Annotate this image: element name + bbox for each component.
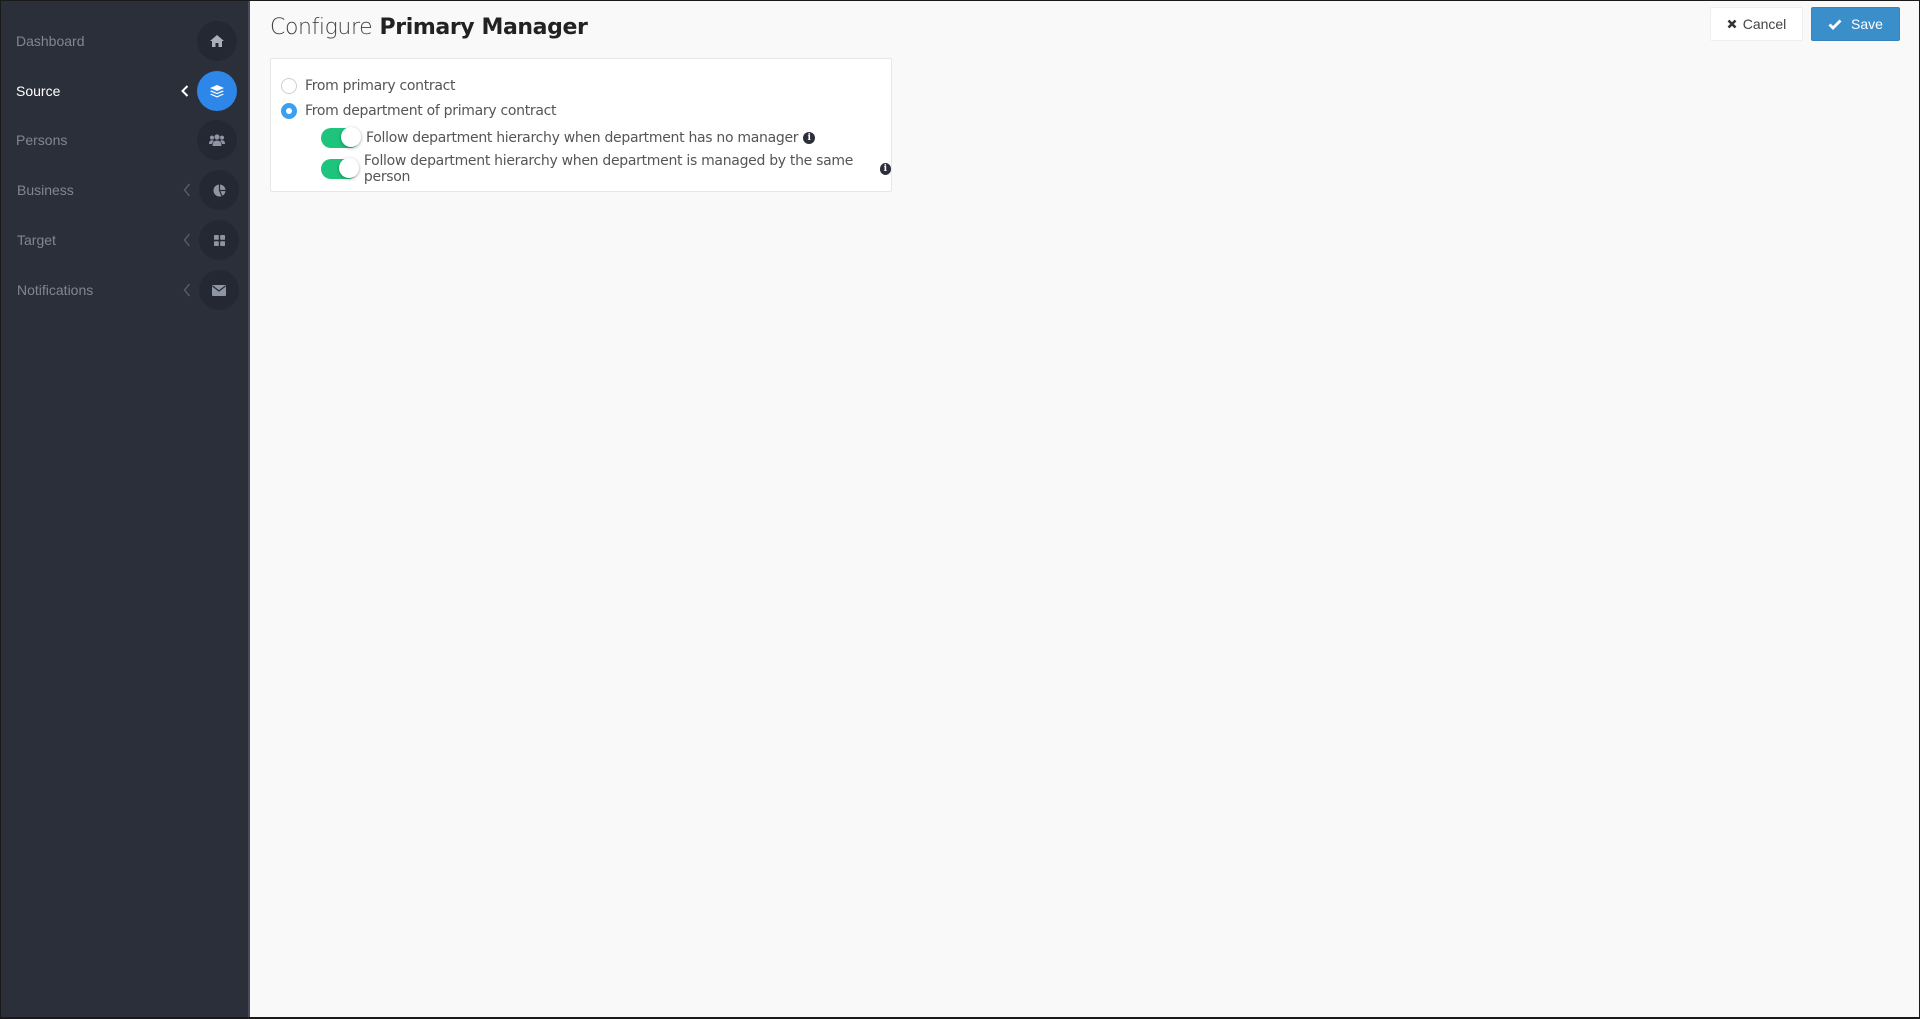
main-content: Configure Primary Manager Cancel Save Fr… bbox=[250, 1, 1919, 1017]
sidebar: Dashboard Source Persons Business Target… bbox=[1, 1, 250, 1017]
save-label: Save bbox=[1851, 16, 1883, 32]
sidebar-item-persons[interactable]: Persons bbox=[1, 118, 248, 162]
sidebar-item-label: Business bbox=[17, 182, 74, 198]
page-title-main: Primary Manager bbox=[379, 15, 588, 40]
envelope-icon bbox=[199, 270, 239, 310]
sidebar-item-label: Notifications bbox=[17, 282, 94, 298]
manager-source-panel: From primary contract From department of… bbox=[270, 58, 892, 192]
info-icon[interactable]: i bbox=[879, 163, 891, 175]
grid-icon bbox=[199, 220, 239, 260]
sidebar-item-label: Dashboard bbox=[16, 33, 85, 49]
toggle-label: Follow department hierarchy when departm… bbox=[363, 153, 854, 185]
sidebar-item-target[interactable]: Target bbox=[1, 218, 248, 262]
chevron-left-icon bbox=[181, 230, 193, 250]
toggle-label: Follow department hierarchy when departm… bbox=[366, 130, 799, 146]
cancel-button[interactable]: Cancel bbox=[1710, 7, 1803, 41]
chevron-left-icon bbox=[179, 81, 191, 101]
sidebar-item-business[interactable]: Business bbox=[1, 168, 248, 212]
page-title-prefix: Configure bbox=[270, 15, 373, 40]
sidebar-item-notifications[interactable]: Notifications bbox=[1, 268, 248, 312]
layers-icon bbox=[197, 71, 237, 111]
page-title: Configure Primary Manager bbox=[270, 15, 588, 40]
radio-from-primary-contract[interactable]: From primary contract bbox=[281, 76, 456, 96]
pie-chart-icon bbox=[199, 170, 239, 210]
radio-button[interactable] bbox=[281, 78, 297, 94]
sidebar-item-label: Source bbox=[16, 83, 61, 99]
close-icon bbox=[1727, 19, 1737, 29]
save-button[interactable]: Save bbox=[1811, 7, 1900, 41]
users-icon bbox=[197, 120, 237, 160]
cancel-label: Cancel bbox=[1742, 16, 1787, 32]
radio-button[interactable] bbox=[281, 103, 297, 119]
radio-from-department[interactable]: From department of primary contract bbox=[281, 101, 557, 121]
sidebar-item-source[interactable]: Source bbox=[1, 69, 248, 113]
chevron-left-icon bbox=[181, 180, 193, 200]
toggle-switch[interactable] bbox=[321, 127, 361, 148]
home-icon bbox=[197, 21, 237, 61]
sidebar-item-dashboard[interactable]: Dashboard bbox=[1, 19, 248, 63]
toggle-switch[interactable] bbox=[321, 158, 359, 179]
check-icon bbox=[1828, 19, 1842, 30]
toggle-row-same-person: Follow department hierarchy when departm… bbox=[321, 153, 891, 185]
sidebar-item-label: Target bbox=[17, 232, 56, 248]
info-icon[interactable]: i bbox=[803, 132, 816, 144]
app-frame: Dashboard Source Persons Business Target… bbox=[1, 1, 1919, 1017]
sidebar-item-label: Persons bbox=[16, 132, 68, 148]
option-label: From primary contract bbox=[305, 78, 456, 94]
toggle-row-no-manager: Follow department hierarchy when departm… bbox=[321, 127, 816, 149]
chevron-left-icon bbox=[181, 280, 193, 300]
option-label: From department of primary contract bbox=[305, 103, 557, 119]
